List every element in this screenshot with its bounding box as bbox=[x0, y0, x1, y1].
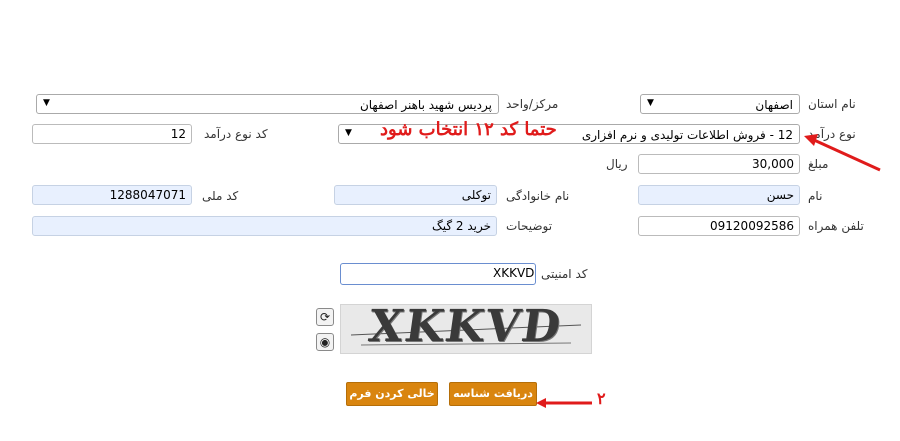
national-id-field: 1288047071 bbox=[32, 185, 192, 205]
security-code-label: کد امنیتی bbox=[541, 267, 588, 281]
center-label: مرکز/واحد bbox=[506, 97, 559, 111]
description-label: توضیحات bbox=[506, 219, 553, 233]
income-code-field[interactable]: 12 bbox=[32, 124, 192, 144]
chevron-down-icon: ▼ bbox=[345, 128, 352, 138]
income-type-value: 12 - فروش اطلاعات تولیدی و نرم افزاری bbox=[581, 128, 793, 142]
last-name-label: نام خانوادگی bbox=[506, 189, 570, 203]
mobile-label: تلفن همراه bbox=[808, 219, 864, 233]
clear-form-button[interactable]: خالی کردن فرم bbox=[346, 382, 438, 406]
refresh-icon[interactable]: ⟳ bbox=[316, 308, 334, 326]
captcha-image: XKKVD bbox=[340, 304, 592, 354]
step-number-annotation: ۲ bbox=[597, 389, 606, 408]
annotation-arrow-step bbox=[536, 398, 592, 408]
center-value: پردیس شهید باهنر اصفهان bbox=[359, 98, 492, 112]
province-select[interactable]: اصفهان ▼ bbox=[640, 94, 800, 114]
captcha-text: XKKVD bbox=[365, 304, 566, 352]
center-select[interactable]: پردیس شهید باهنر اصفهان ▼ bbox=[36, 94, 499, 114]
first-name-field: حسن bbox=[638, 185, 800, 205]
chevron-down-icon: ▼ bbox=[647, 98, 654, 108]
security-code-field[interactable]: XKKVD bbox=[340, 263, 536, 285]
amount-label: مبلغ bbox=[808, 157, 829, 171]
audio-icon[interactable]: ◉ bbox=[316, 333, 334, 351]
get-id-button[interactable]: دریافت شناسه bbox=[449, 382, 537, 406]
last-name-field: توکلی bbox=[334, 185, 497, 205]
amount-field[interactable]: 30,000 bbox=[638, 154, 800, 174]
description-field[interactable]: خرید 2 گیگ bbox=[32, 216, 497, 236]
first-name-label: نام bbox=[808, 189, 823, 203]
mobile-field[interactable]: 09120092586 bbox=[638, 216, 800, 236]
province-label: نام استان bbox=[808, 97, 856, 111]
currency-label: ریال bbox=[606, 157, 628, 171]
income-code-label: کد نوع درآمد bbox=[204, 127, 268, 141]
chevron-down-icon: ▼ bbox=[43, 98, 50, 108]
income-type-annotation: حتما کد ۱۲ انتخاب شود bbox=[380, 119, 557, 140]
national-id-label: کد ملی bbox=[202, 189, 239, 203]
province-value: اصفهان bbox=[755, 98, 793, 112]
